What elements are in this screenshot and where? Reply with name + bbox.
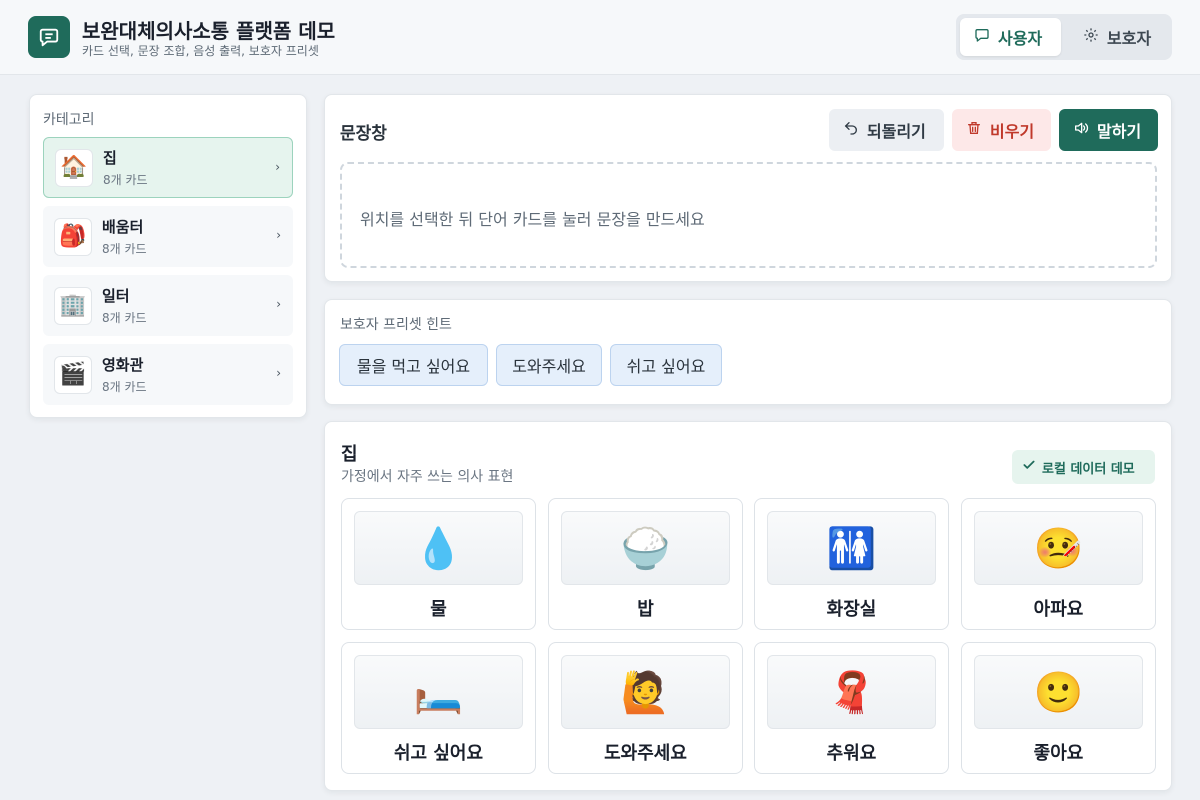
category-count: 8개 카드	[102, 311, 147, 325]
chat-bubble-icon	[974, 27, 990, 47]
word-label: 물	[430, 599, 447, 620]
house-icon: 🏠	[55, 148, 93, 187]
guardian-mode-button[interactable]: 보호자	[1069, 18, 1168, 56]
chevron-right-icon: ›	[276, 228, 281, 242]
sentence-panel: 문장창 되돌리기 비우기 말하기 위치를 선택한 뒤 단어 카드를 눌러 문장을…	[324, 94, 1172, 282]
word-label: 쉬고 싶어요	[393, 743, 484, 764]
demo-badge: 로컬 데이터 데모	[1012, 450, 1155, 484]
category-count: 8개 카드	[102, 242, 147, 256]
gear-icon	[1083, 27, 1099, 47]
user-mode-label: 사용자	[998, 29, 1043, 48]
speak-label: 말하기	[1097, 122, 1142, 141]
sidebar-title: 카테고리	[43, 112, 95, 128]
clear-label: 비우기	[990, 122, 1035, 141]
chevron-right-icon: ›	[276, 297, 281, 311]
board-subtitle: 가정에서 자주 쓰는 의사 표현	[341, 469, 514, 485]
category-sidebar: 카테고리 🏠 집 8개 카드 › 🎒 배움터 8개 카드 › 🏢 일터 8개 카…	[29, 94, 307, 418]
app-subtitle: 카드 선택, 문장 조합, 음성 출력, 보호자 프리셋	[82, 44, 319, 58]
word-label: 화장실	[826, 599, 877, 620]
category-name: 일터	[102, 287, 130, 305]
category-count: 8개 카드	[103, 173, 148, 187]
scarf-icon: 🧣	[767, 655, 936, 729]
word-card[interactable]: 💧 물	[341, 498, 536, 630]
word-card[interactable]: 🙋 도와주세요	[548, 642, 743, 774]
restroom-icon: 🚻	[767, 511, 936, 585]
card-board: 집 가정에서 자주 쓰는 의사 표현 로컬 데이터 데모 💧 물 🍚 밥 🚻 화…	[324, 421, 1172, 791]
office-building-icon: 🏢	[54, 286, 92, 325]
category-item-home[interactable]: 🏠 집 8개 카드 ›	[43, 137, 293, 198]
guardian-mode-label: 보호자	[1107, 29, 1152, 48]
sentence-drop-zone[interactable]: 위치를 선택한 뒤 단어 카드를 눌러 문장을 만드세요	[340, 162, 1157, 268]
word-card[interactable]: 🤒 아파요	[961, 498, 1156, 630]
mode-switch: 사용자 보호자	[956, 14, 1172, 60]
word-card[interactable]: 🧣 추워요	[754, 642, 949, 774]
water-drop-icon: 💧	[354, 511, 523, 585]
category-item-cinema[interactable]: 🎬 영화관 8개 카드 ›	[43, 344, 293, 405]
clapperboard-icon: 🎬	[54, 355, 92, 394]
chevron-right-icon: ›	[275, 160, 280, 174]
word-card[interactable]: 🙂 좋아요	[961, 642, 1156, 774]
bed-icon: 🛏️	[354, 655, 523, 729]
category-count: 8개 카드	[102, 380, 147, 394]
category-name: 집	[103, 149, 117, 167]
chevron-right-icon: ›	[276, 366, 281, 380]
board-title: 집	[341, 444, 358, 465]
raising-hand-icon: 🙋	[561, 655, 730, 729]
app-title: 보완대체의사소통 플랫폼 데모	[82, 19, 336, 43]
demo-badge-label: 로컬 데이터 데모	[1042, 461, 1135, 477]
undo-button[interactable]: 되돌리기	[829, 109, 944, 151]
speak-button[interactable]: 말하기	[1059, 109, 1158, 151]
sick-face-icon: 🤒	[974, 511, 1143, 585]
word-label: 밥	[637, 599, 654, 620]
check-icon	[1022, 458, 1036, 476]
word-label: 도와주세요	[604, 743, 687, 764]
preset-chip[interactable]: 쉬고 싶어요	[610, 344, 722, 386]
undo-icon	[843, 120, 859, 140]
preset-chip[interactable]: 물을 먹고 싶어요	[339, 344, 488, 386]
smiley-icon: 🙂	[974, 655, 1143, 729]
app-header: 보완대체의사소통 플랫폼 데모 카드 선택, 문장 조합, 음성 출력, 보호자…	[0, 0, 1200, 75]
word-label: 추워요	[826, 743, 877, 764]
category-item-work[interactable]: 🏢 일터 8개 카드 ›	[43, 275, 293, 336]
backpack-icon: 🎒	[54, 217, 92, 256]
clear-button[interactable]: 비우기	[952, 109, 1051, 151]
category-item-school[interactable]: 🎒 배움터 8개 카드 ›	[43, 206, 293, 267]
preset-panel: 보호자 프리셋 힌트 물을 먹고 싶어요 도와주세요 쉬고 싶어요	[324, 299, 1172, 405]
word-card[interactable]: 🚻 화장실	[754, 498, 949, 630]
word-label: 아파요	[1033, 599, 1084, 620]
word-card[interactable]: 🍚 밥	[548, 498, 743, 630]
preset-chip[interactable]: 도와주세요	[496, 344, 602, 386]
sentence-title: 문장창	[340, 124, 387, 144]
undo-label: 되돌리기	[867, 122, 926, 141]
rice-bowl-icon: 🍚	[561, 511, 730, 585]
sentence-placeholder: 위치를 선택한 뒤 단어 카드를 눌러 문장을 만드세요	[360, 210, 705, 229]
preset-title: 보호자 프리셋 힌트	[340, 317, 452, 333]
word-label: 좋아요	[1033, 743, 1084, 764]
word-card[interactable]: 🛏️ 쉬고 싶어요	[341, 642, 536, 774]
category-name: 영화관	[102, 356, 144, 374]
speaker-icon	[1073, 120, 1089, 140]
category-name: 배움터	[102, 218, 144, 236]
chat-bubble-icon	[28, 16, 70, 58]
trash-icon	[966, 120, 982, 140]
user-mode-button[interactable]: 사용자	[960, 18, 1061, 56]
